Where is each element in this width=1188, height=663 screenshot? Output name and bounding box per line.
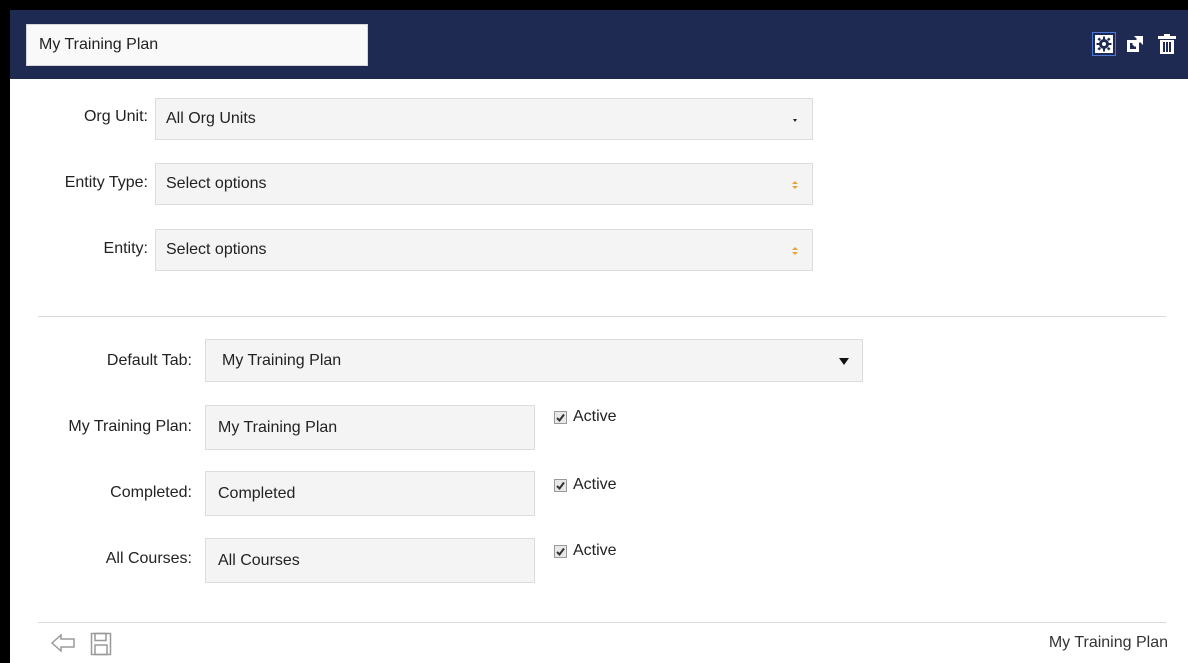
sort-caret-icon bbox=[790, 244, 800, 262]
footer-divider bbox=[38, 622, 1166, 623]
tab-row-label: My Training Plan: bbox=[68, 418, 192, 435]
caret-down-icon bbox=[838, 354, 850, 372]
active-label: Active bbox=[573, 476, 617, 493]
active-checkbox[interactable]: Active bbox=[554, 542, 617, 560]
sort-caret-icon bbox=[790, 178, 800, 196]
default-tab-label: Default Tab: bbox=[106, 352, 192, 369]
default-tab-select[interactable]: My Training Plan bbox=[205, 339, 863, 382]
entity-value: Select options bbox=[166, 241, 267, 258]
tab-name-input[interactable]: All Courses bbox=[205, 538, 535, 583]
org-unit-select[interactable]: All Org Units bbox=[155, 98, 813, 140]
tab-name-input[interactable]: Completed bbox=[205, 471, 535, 516]
active-label: Active bbox=[573, 408, 617, 425]
entity-type-label: Entity Type: bbox=[64, 174, 148, 191]
settings-icon[interactable] bbox=[1092, 32, 1116, 56]
trash-icon[interactable] bbox=[1154, 31, 1180, 57]
checkbox-checked-icon[interactable] bbox=[554, 478, 567, 492]
back-arrow-icon[interactable] bbox=[50, 632, 76, 659]
default-tab-value: My Training Plan bbox=[222, 351, 342, 369]
checkbox-checked-icon[interactable] bbox=[554, 544, 567, 558]
widget-title-input[interactable]: My Training Plan bbox=[26, 24, 368, 66]
checkbox-checked-icon[interactable] bbox=[554, 410, 567, 424]
tab-row-label: Completed: bbox=[110, 484, 192, 501]
org-unit-value: All Org Units bbox=[166, 110, 256, 127]
header-toolbar bbox=[1092, 31, 1180, 57]
active-checkbox[interactable]: Active bbox=[554, 408, 617, 426]
entity-type-select[interactable]: Select options bbox=[155, 163, 813, 205]
panel-header: My Training Plan bbox=[10, 10, 1188, 79]
entity-select[interactable]: Select options bbox=[155, 229, 813, 271]
save-icon[interactable] bbox=[90, 632, 112, 661]
tab-row-label: All Courses: bbox=[105, 550, 192, 567]
footer-widget-title: My Training Plan bbox=[1048, 634, 1168, 651]
active-checkbox[interactable]: Active bbox=[554, 476, 617, 494]
section-divider bbox=[38, 316, 1166, 317]
caret-down-icon bbox=[790, 111, 800, 129]
active-label: Active bbox=[573, 542, 617, 559]
popout-icon[interactable] bbox=[1122, 31, 1148, 57]
entity-label: Entity: bbox=[103, 240, 148, 257]
tab-name-input[interactable]: My Training Plan bbox=[205, 405, 535, 450]
entity-type-value: Select options bbox=[166, 175, 267, 192]
org-unit-label: Org Unit: bbox=[83, 108, 148, 125]
widget-config-panel: My Training Plan Org Unit: All Org Units… bbox=[10, 10, 1188, 663]
